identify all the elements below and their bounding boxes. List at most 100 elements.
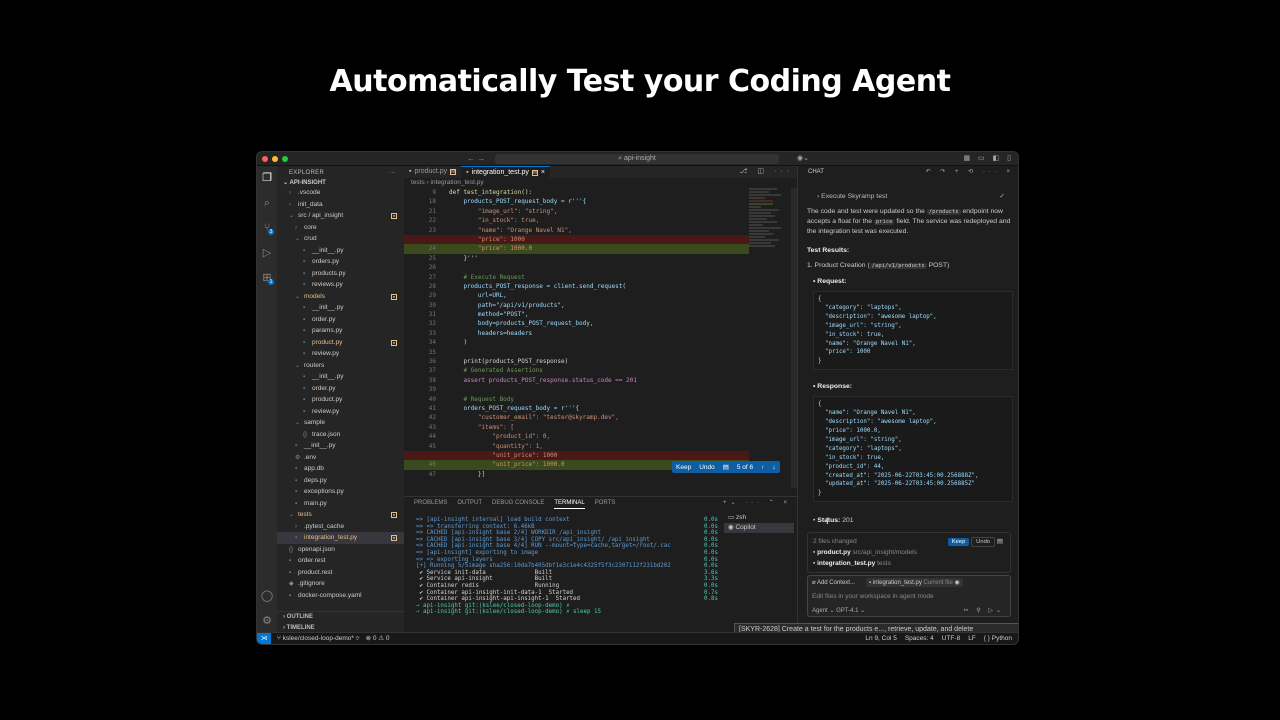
maximize-dot[interactable] xyxy=(282,155,288,162)
code-line[interactable]: 23 "name": "Orange Navel N1", xyxy=(404,226,749,235)
tree-item[interactable]: ▪ app.db xyxy=(277,463,404,475)
code-line[interactable]: 24 "price": 1000.0 xyxy=(404,244,749,254)
code-line[interactable]: 34 ) xyxy=(404,338,749,347)
minimize-dot[interactable] xyxy=(272,155,278,162)
tree-item[interactable]: ▪ product.rest xyxy=(277,567,404,579)
language-mode[interactable]: { } Python xyxy=(984,633,1012,644)
code-line[interactable]: 28 products_POST_response = client.send_… xyxy=(404,282,749,291)
code-line[interactable]: 18 products_POST_request_body = r'''{ xyxy=(404,197,749,206)
next-change-icon[interactable]: ↓ xyxy=(768,464,779,471)
tree-item[interactable]: ▪ exceptions.py xyxy=(277,486,404,498)
tree-item[interactable]: › .pytest_cache xyxy=(277,521,404,533)
account-icon[interactable]: ◯ xyxy=(257,584,277,609)
tab-problems[interactable]: PROBLEMS xyxy=(414,497,447,509)
code-line[interactable]: 22 "in_stock": true, xyxy=(404,216,749,225)
code-line[interactable]: 9 def test_integration(): xyxy=(404,188,749,197)
breadcrumb[interactable]: tests › integration_test.py xyxy=(404,178,797,188)
tree-item[interactable]: ▪ product.py xyxy=(277,394,404,406)
tree-item[interactable]: ⌄ sample xyxy=(277,417,404,429)
copilot-icon[interactable]: ◉⌄ xyxy=(797,154,809,162)
code-line[interactable]: 36 print(products_POST_response) xyxy=(404,357,749,366)
tree-item[interactable]: ▪ docker-compose.yaml xyxy=(277,590,404,602)
code-line[interactable]: 35 xyxy=(404,348,749,357)
changed-file-item[interactable]: ▪ product.py src/api_insight/models xyxy=(813,547,1005,558)
tree-item[interactable]: ⌄ src / api_insight ● xyxy=(277,210,404,222)
code-line[interactable]: 21 "image_url": "string", xyxy=(404,207,749,216)
code-line[interactable]: 41 orders_POST_request_body = r'''{ xyxy=(404,404,749,413)
tree-item[interactable]: ⌄ tests ● xyxy=(277,509,404,521)
editor-actions-icon[interactable]: ⎇ ◫ ··· xyxy=(739,167,793,175)
context-file-chip[interactable]: ▪ integration_test.py Current file ◉ xyxy=(866,578,963,588)
code-line[interactable]: 32 body=products_POST_request_body, xyxy=(404,319,749,328)
add-context-button[interactable]: ⌀ Add Context... xyxy=(812,579,855,586)
tree-item[interactable]: ◆ .gitignore xyxy=(277,578,404,590)
terminal-item-copilot[interactable]: ◉ Copilot xyxy=(724,523,794,533)
tree-item[interactable]: ▪ integration_test.py ● xyxy=(277,532,404,544)
code-line[interactable]: "price": 1000 xyxy=(404,234,749,245)
code-view[interactable]: 9 def test_integration(): 18 products_POST… xyxy=(404,188,749,479)
tree-item[interactable]: ▪ order.py xyxy=(277,314,404,326)
terminal-output[interactable]: => [api-insight internal] load build con… xyxy=(416,517,718,616)
workspace-root[interactable]: ⌄ API-INSIGHT xyxy=(277,180,404,187)
minimap[interactable] xyxy=(749,188,789,268)
tree-item[interactable]: ⌄ crud xyxy=(277,233,404,245)
code-line[interactable]: 25 }''' xyxy=(404,254,749,263)
branch-status[interactable]: ⑂ kslee/closed-loop-demo* ⟳ xyxy=(277,633,360,644)
tree-item[interactable]: ▪ order.py xyxy=(277,383,404,395)
keep-change-button[interactable]: Keep xyxy=(672,464,695,471)
terminal-item-zsh[interactable]: ▭ zsh xyxy=(724,513,794,523)
settings-gear-icon[interactable]: ⚙ xyxy=(257,609,277,634)
nav-arrows-icon[interactable]: ← → xyxy=(467,154,485,163)
tree-item[interactable]: ▪ products.py xyxy=(277,268,404,280)
tab-integration-test-py[interactable]: ▪ integration_test.py M × xyxy=(461,166,550,178)
tree-item[interactable]: ⌄ routers xyxy=(277,360,404,372)
send-icon[interactable]: ✂ ⚲ ▷⌄ xyxy=(964,607,1004,614)
close-dot[interactable] xyxy=(262,155,268,162)
tree-item[interactable]: › init_data xyxy=(277,199,404,211)
code-line[interactable]: 43 "items": [ xyxy=(404,423,749,432)
tree-item[interactable]: ▪ orders.py xyxy=(277,256,404,268)
tree-item[interactable]: ▪ review.py xyxy=(277,348,404,360)
indentation-status[interactable]: Spaces: 4 xyxy=(905,633,934,644)
code-line[interactable]: 45 "quantity": 1, xyxy=(404,442,749,451)
layout-toggles-icon[interactable]: ▦ ▭ ◧ ▯ xyxy=(963,154,1014,162)
tree-item[interactable]: ▪ main.py xyxy=(277,498,404,510)
changed-file-item[interactable]: ▪ integration_test.py tests xyxy=(813,558,1005,569)
tree-item[interactable]: ▪ __init__.py xyxy=(277,371,404,383)
code-line[interactable]: 44 "product_id": 0, xyxy=(404,432,749,441)
panel-actions-icon[interactable]: +⌄ ··· ⌃ × xyxy=(723,497,791,509)
outline-section[interactable]: › OUTLINE xyxy=(277,612,404,623)
tree-item[interactable]: ▪ __init__.py xyxy=(277,245,404,257)
code-line[interactable]: 37 # Generated Assertions xyxy=(404,366,749,375)
close-tab-icon[interactable]: × xyxy=(541,167,545,179)
code-line[interactable]: "unit_price": 1000 xyxy=(404,450,749,461)
mode-selector[interactable]: Agent ⌄ GPT-4.1 ⌄ xyxy=(812,607,865,614)
explorer-icon[interactable]: ❐ xyxy=(257,166,277,191)
code-line[interactable]: 30 path="/api/v1/products", xyxy=(404,301,749,310)
tree-item[interactable]: ▪ review.py xyxy=(277,406,404,418)
tab-terminal[interactable]: TERMINAL xyxy=(554,497,585,509)
tree-item[interactable]: ⌄ models ● xyxy=(277,291,404,303)
undo-all-button[interactable]: Undo xyxy=(971,537,996,548)
prev-change-icon[interactable]: ↑ xyxy=(757,464,768,471)
code-line[interactable]: 38 assert products_POST_response.status_… xyxy=(404,376,749,385)
tab-ports[interactable]: PORTS xyxy=(595,497,616,509)
tree-item[interactable]: {} trace.json xyxy=(277,429,404,441)
code-line[interactable]: 26 xyxy=(404,263,749,272)
tree-item[interactable]: ▪ params.py xyxy=(277,325,404,337)
tab-debug-console[interactable]: DEBUG CONSOLE xyxy=(492,497,544,509)
encoding-status[interactable]: UTF-8 xyxy=(942,633,960,644)
code-line[interactable]: 40 # Request Body xyxy=(404,395,749,404)
code-line[interactable]: 33 headers=headers xyxy=(404,329,749,338)
extensions-icon[interactable]: ⊞ 1 xyxy=(257,266,277,291)
tree-item[interactable]: › .vscode xyxy=(277,187,404,199)
tree-item[interactable]: › core xyxy=(277,222,404,234)
problems-status[interactable]: ⊗ 0 ⚠ 0 xyxy=(366,633,390,644)
tree-item[interactable]: ▪ __init__.py xyxy=(277,302,404,314)
code-line[interactable]: 27 # Execute Request xyxy=(404,273,749,282)
code-line[interactable]: 39 xyxy=(404,385,749,394)
more-actions-icon[interactable]: ··· xyxy=(389,166,396,180)
search-icon[interactable]: ⌕ xyxy=(257,191,277,216)
tree-item[interactable]: ▪ product.py ● xyxy=(277,337,404,349)
code-line[interactable]: 42 "customer_email": "tester@skyramp.dev… xyxy=(404,413,749,422)
